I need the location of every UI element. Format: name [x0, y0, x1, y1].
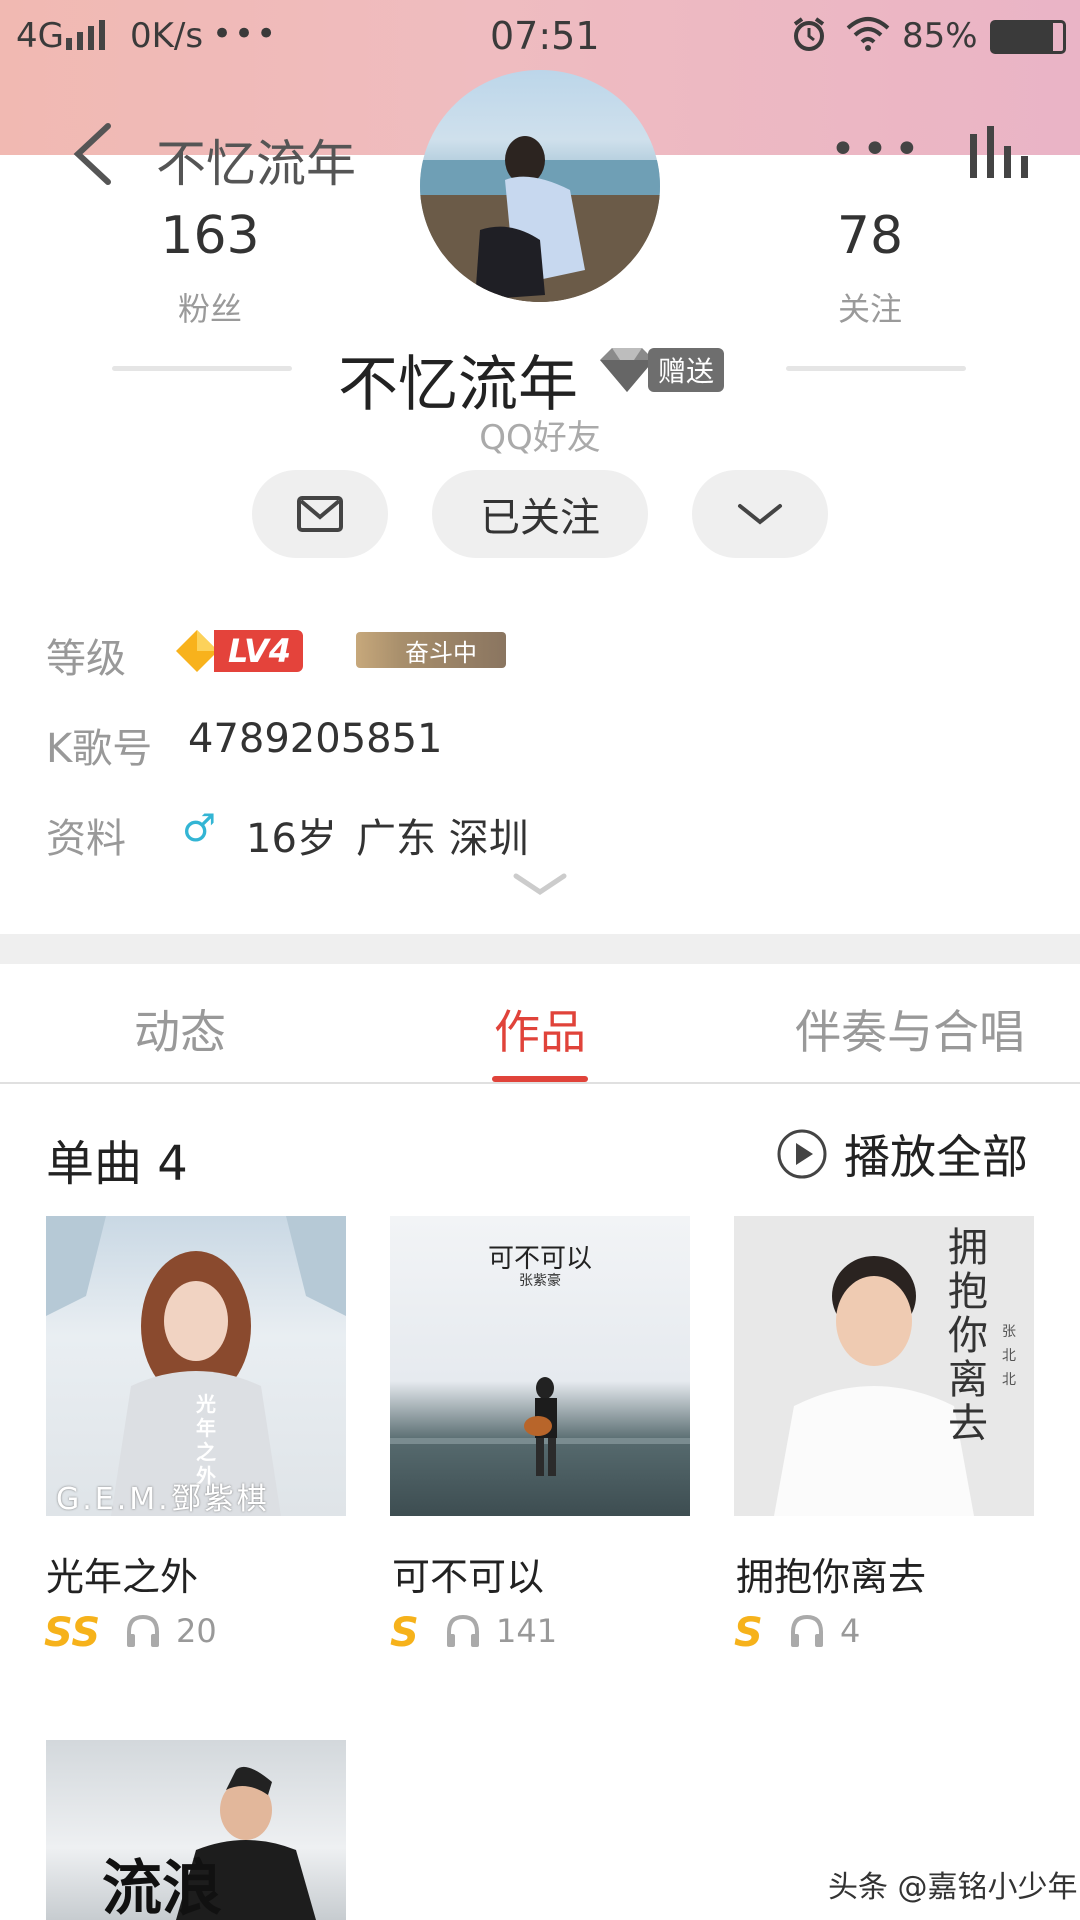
headphones-icon-3: [791, 1614, 823, 1647]
song-cover-3[interactable]: 拥抱你离去 张北北: [734, 1216, 1034, 1516]
cover-text-1: G.E.M.鄧紫棋: [56, 1482, 270, 1516]
cover-sub-3: 张北北: [1002, 1324, 1016, 1388]
male-icon: ♂: [182, 806, 217, 850]
chevron-down-icon: [738, 504, 782, 525]
song-title-3[interactable]: 拥抱你离去: [736, 1546, 926, 1601]
wifi-icon: [846, 17, 890, 51]
level-badge[interactable]: LV4: [174, 626, 304, 676]
song-cover-1[interactable]: 光年之外 G.E.M.鄧紫棋: [46, 1216, 346, 1516]
tab-feed[interactable]: 动态: [60, 996, 300, 1062]
cover-text-3: 拥抱你离去: [948, 1225, 988, 1447]
song-plays-2: 141: [496, 1612, 558, 1650]
level-badge-text: LV4: [214, 630, 304, 672]
equalizer-icon[interactable]: [968, 126, 1032, 178]
age-value: 16岁: [246, 816, 337, 862]
level-label: 等级: [46, 636, 126, 682]
signal-icon: [66, 20, 105, 50]
network-type: 4G: [16, 16, 64, 56]
following-button[interactable]: 已关注: [432, 470, 648, 558]
id-value: 4789205851: [188, 716, 443, 762]
song-grade-2: S: [390, 1610, 419, 1656]
play-all-label: 播放全部: [844, 1130, 1028, 1184]
tab-works[interactable]: 作品: [420, 996, 660, 1062]
expand-chevron-icon[interactable]: [512, 872, 568, 898]
network-speed: 0K/s: [130, 16, 204, 56]
song-plays-1: 20: [176, 1612, 217, 1650]
back-arrow-icon[interactable]: [70, 122, 114, 186]
gift-badge-text: 赠送: [648, 348, 725, 392]
cover-sub-2: 张紫豪: [519, 1273, 561, 1289]
works-section-title: 单曲 4: [46, 1136, 188, 1192]
watermark: 头条 @嘉铭小少年: [828, 1870, 1078, 1905]
song-cover-2[interactable]: 可不可以 张紫豪: [390, 1216, 690, 1516]
nav-title: 不忆流年: [156, 135, 356, 193]
status-time: 07:51: [490, 14, 600, 58]
tab-accompaniment[interactable]: 伴奏与合唱: [760, 996, 1060, 1062]
relation-label: QQ好友: [479, 418, 601, 458]
fans-label[interactable]: 粉丝: [110, 284, 310, 330]
song-title-2[interactable]: 可不可以: [392, 1546, 544, 1601]
profile-label: 资料: [46, 816, 126, 862]
avatar-photo: [420, 136, 660, 302]
id-label: K歌号: [46, 726, 153, 772]
level-status-badge: 奋斗中: [356, 632, 506, 668]
song-cover-4[interactable]: 流浪: [46, 1740, 346, 1920]
tab-bottom-border: [0, 1082, 1080, 1084]
mail-icon: [297, 496, 343, 532]
play-circle-icon: [777, 1129, 827, 1179]
song-grade-1: SS: [44, 1610, 101, 1656]
dropdown-button[interactable]: [692, 470, 828, 558]
fans-count[interactable]: 163: [110, 206, 310, 266]
status-dots: •••: [212, 14, 279, 54]
name-divider-right: [786, 366, 966, 371]
song-grade-3: S: [734, 1610, 763, 1656]
play-all-button[interactable]: 播放全部: [776, 1124, 1028, 1184]
cover-art-3: [774, 1256, 974, 1516]
headphones-icon-2: [447, 1614, 479, 1647]
cover-text-4: 流浪: [102, 1854, 222, 1920]
name-divider-left: [112, 366, 292, 371]
alarm-icon: [793, 17, 825, 51]
following-count[interactable]: 78: [770, 206, 970, 266]
location-value: 广东 深圳: [356, 816, 529, 862]
headphones-icon-1: [127, 1614, 159, 1647]
battery-percent: 85%: [902, 16, 978, 56]
battery-icon: [990, 20, 1066, 54]
section-divider: [0, 934, 1080, 964]
avatar[interactable]: [420, 70, 660, 302]
song-plays-3: 4: [840, 1612, 861, 1650]
more-icon[interactable]: •••: [830, 124, 926, 175]
message-button[interactable]: [252, 470, 388, 558]
gift-badge[interactable]: 赠送: [596, 344, 742, 396]
song-title-1[interactable]: 光年之外: [46, 1546, 198, 1601]
following-label[interactable]: 关注: [770, 284, 970, 330]
